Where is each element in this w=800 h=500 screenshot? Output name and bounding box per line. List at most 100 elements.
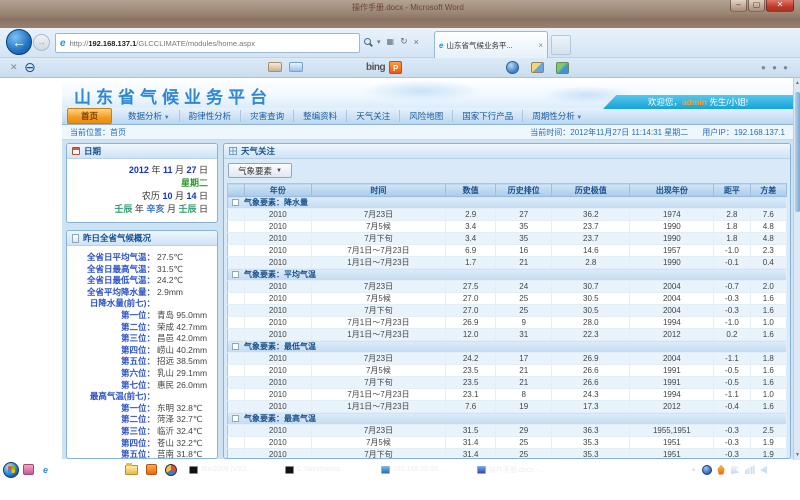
maximize-button[interactable]: ▢ (748, 0, 765, 12)
blocked-icon: ⊖ (24, 59, 36, 76)
taskbar-window-button[interactable]: 192.168.59.99... (377, 461, 469, 478)
table-cell: 25 (496, 305, 552, 317)
checkbox[interactable] (232, 343, 239, 350)
overview-value: 乳山 29.1mm (155, 368, 214, 380)
calendar-text: 年 (149, 165, 163, 175)
minimize-button[interactable]: – (730, 0, 747, 12)
overview-label: 第四位： (67, 345, 155, 357)
tab-close-icon[interactable]: × (538, 41, 543, 50)
table-cell: 4.8 (750, 233, 786, 245)
menu-item-9[interactable]: 周期性分析 ▼ (523, 110, 591, 122)
table-row[interactable]: 20101月1日～7月23日12.03122.320120.21.6 (228, 329, 787, 341)
element-filter-button[interactable]: 气象要素 ▼ (228, 163, 292, 178)
table-cell: 2010 (244, 293, 311, 305)
compatibility-view-icon[interactable]: ▦ (387, 37, 395, 46)
table-row[interactable]: 20101月1日～7月23日7.61917.32012-0.41.6 (228, 401, 787, 413)
close-button[interactable]: ✕ (766, 0, 794, 12)
app-icon-round[interactable] (165, 464, 177, 476)
back-button[interactable]: ← (6, 29, 32, 55)
checkbox[interactable] (232, 271, 239, 278)
menu-item-3[interactable]: 韵律性分析 (180, 110, 242, 122)
table-row[interactable]: 20107月1日～7月23日26.9928.01994-1.01.0 (228, 317, 787, 329)
antivirus-icon[interactable] (717, 465, 726, 475)
refresh-icon[interactable]: ↻ (400, 36, 408, 47)
table-cell: 1974 (630, 209, 714, 221)
action-center-flag-icon[interactable] (731, 465, 740, 474)
mail-icon[interactable] (289, 62, 303, 72)
volume-icon[interactable] (760, 466, 767, 474)
toolbar-shortcuts (268, 62, 303, 72)
network-icon[interactable] (745, 465, 755, 474)
gallery-icon[interactable] (531, 62, 544, 73)
table-row[interactable]: 20107月23日31.52936.31955,1951-0.32.5 (228, 425, 787, 437)
more-options-icon[interactable]: ● ● ● (761, 63, 790, 72)
taskbar-window-button[interactable]: C:\Windows\s... (281, 461, 373, 478)
table-cell: 2.0 (750, 281, 786, 293)
table-row[interactable]: 20107月23日2.92736.219742.87.6 (228, 209, 787, 221)
row-indent-cell (228, 257, 245, 269)
checkbox[interactable] (232, 199, 239, 206)
taskbar-window-button[interactable]: Win2008 (VS2... (185, 461, 277, 478)
share-icon[interactable] (556, 62, 569, 74)
table-row[interactable]: 20101月1日～7月23日1.7212.81990-0.10.4 (228, 257, 787, 269)
tab-title: 山东省气候业务平... (446, 40, 535, 51)
new-tab-button[interactable] (551, 35, 571, 55)
close-bar-icon[interactable]: ✕ (10, 62, 18, 73)
messenger-icon[interactable] (506, 61, 519, 74)
app-tile-icon[interactable]: P (389, 61, 402, 74)
overview-label: 第七位： (67, 380, 155, 392)
table-cell: 28.0 (552, 317, 630, 329)
address-bar[interactable]: e http://192.168.137.1/GLCCLIMATE/module… (55, 33, 360, 53)
table-row[interactable]: 20107月下旬31.42535.31951-0.31.9 (228, 449, 787, 459)
scroll-up-icon[interactable]: ▲ (794, 80, 800, 86)
table-row[interactable]: 20107月1日～7月23日23.1824.31994-1.11.0 (228, 389, 787, 401)
scroll-down-icon[interactable]: ▼ (794, 452, 800, 458)
menu-item-8[interactable]: 国家下行产品 (453, 110, 523, 122)
overview-label: 全省平均降水量： (67, 287, 155, 299)
chevron-down-icon[interactable]: ▾ (377, 38, 381, 46)
table-row[interactable]: 20107月5候23.52126.61991-0.51.6 (228, 365, 787, 377)
table-row[interactable]: 20107月下旬23.52126.61991-0.51.6 (228, 377, 787, 389)
calendar-panel: 日期 2012 年 11 月 27 日 星期二 农历 10 月 14 日 壬辰 … (66, 143, 218, 223)
network-globe-icon[interactable] (702, 465, 712, 475)
table-cell: 2.5 (750, 425, 786, 437)
browser-tab[interactable]: e 山东省气候业务平... × (434, 31, 548, 58)
taskbar-ie-label: 山东省气候业务平台 (51, 465, 113, 475)
table-row[interactable]: 20107月1日～7月23日6.91614.61957-1.02.3 (228, 245, 787, 257)
checkbox[interactable] (232, 415, 239, 422)
page-scrollbar[interactable]: ▲ ▼ (793, 78, 800, 460)
table-row[interactable]: 20107月下旬3.43523.719901.84.8 (228, 233, 787, 245)
menu-item-5[interactable]: 整编资料 (294, 110, 347, 122)
app-icon-orange[interactable] (146, 464, 157, 475)
column-header: 历史排位 (496, 184, 552, 197)
table-row[interactable]: 20107月23日24.21726.92004-1.11.8 (228, 353, 787, 365)
table-row[interactable]: 20107月下旬27.02530.52004-0.31.6 (228, 305, 787, 317)
pinned-app-icon[interactable] (23, 464, 34, 475)
table-row[interactable]: 20107月5候27.02530.52004-0.31.6 (228, 293, 787, 305)
menu-item-6[interactable]: 天气关注 (347, 110, 400, 122)
menu-item-2[interactable]: 数据分析 ▼ (119, 110, 180, 122)
table-row[interactable]: 20107月5候3.43523.719901.84.8 (228, 221, 787, 233)
start-button[interactable] (3, 462, 19, 478)
search-icon[interactable] (364, 38, 371, 45)
bing-logo[interactable]: bing P (366, 61, 402, 74)
forward-button[interactable]: → (33, 34, 50, 51)
menu-item-1[interactable]: 首页 (67, 108, 112, 124)
menu-item-7[interactable]: 风险地图 (400, 110, 453, 122)
calendar-text: 日 (196, 165, 208, 175)
show-hidden-icons-arrow[interactable]: ▲ (691, 467, 697, 473)
table-cell: 2010 (244, 425, 311, 437)
card-icon[interactable] (268, 62, 282, 72)
table-row[interactable]: 20107月23日27.52430.72004-0.72.0 (228, 281, 787, 293)
overview-row: 第三位：昌邑 42.0mm (67, 333, 214, 345)
stop-icon[interactable]: × (414, 37, 419, 47)
table-row[interactable]: 20107月5候31.42535.31951-0.31.9 (228, 437, 787, 449)
main-menu: 首页数据分析 ▼韵律性分析灾害查询整编资料天气关注风险地图国家下行产品周期性分析… (62, 108, 793, 125)
scrollbar-thumb[interactable] (795, 92, 800, 212)
overview-value: 临沂 32.4℃ (155, 426, 214, 438)
taskbar-window-button[interactable]: 操作手册.docx -... (473, 461, 565, 478)
explorer-icon[interactable] (125, 465, 138, 475)
table-cell: 29 (496, 425, 552, 437)
taskbar-ie-button[interactable]: e 山东省气候业务平台 (39, 461, 117, 478)
menu-item-4[interactable]: 灾害查询 (241, 110, 294, 122)
